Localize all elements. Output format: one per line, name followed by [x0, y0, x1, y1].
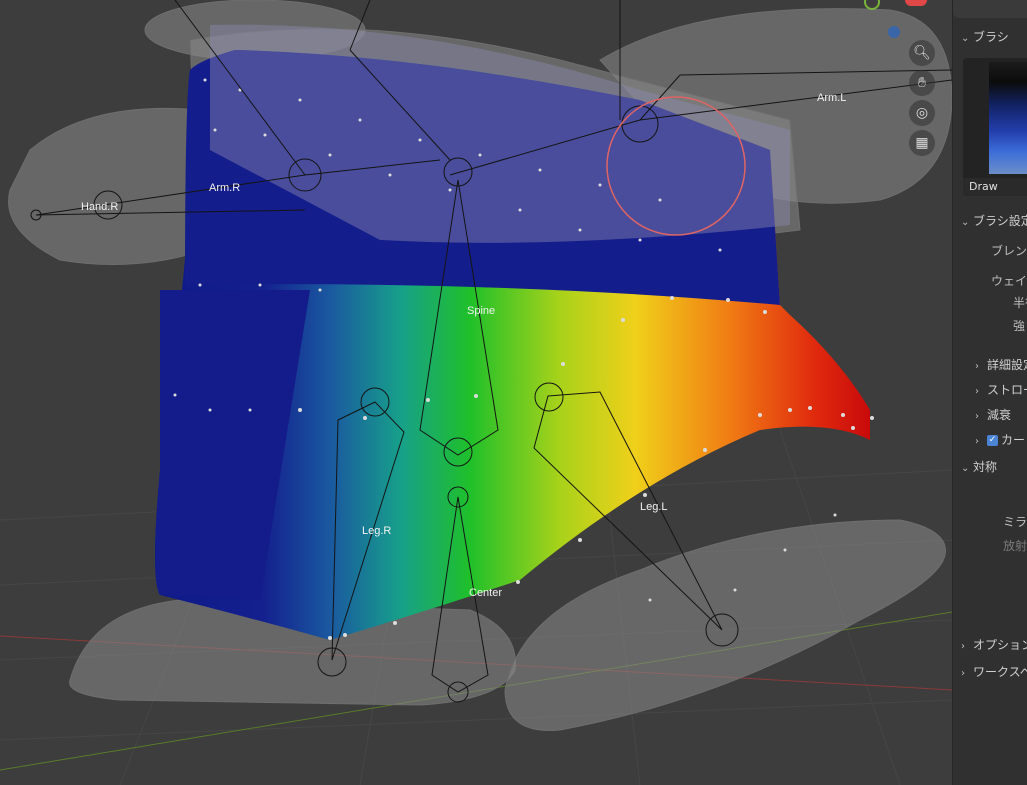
cursor-subpanel[interactable]: › ✓ カー: [975, 431, 1025, 448]
weight-label: ウェイ: [991, 274, 1027, 288]
advanced-subpanel[interactable]: ›詳細設定: [975, 356, 1027, 373]
camera-icon[interactable]: ◎: [909, 100, 935, 126]
gizmo-y-axis-icon[interactable]: [864, 0, 880, 10]
chevron-down-icon: ⌄: [961, 33, 970, 44]
brush-name: Draw: [963, 178, 1027, 196]
chevron-right-icon: ›: [975, 411, 979, 422]
viewport-canvas[interactable]: Hand.R Arm.R Arm.L Spine Leg.R Leg.L Cen…: [0, 0, 952, 785]
properties-panel: ⌄ブラシ Draw ⌄ブラシ設定 ブレン ウェイ 半径 強さ ›詳細設定 ›スト…: [952, 0, 1027, 785]
falloff-subpanel[interactable]: › 減衰: [975, 406, 1011, 423]
chevron-right-icon: ›: [975, 436, 979, 447]
chevron-right-icon: ›: [975, 361, 979, 372]
brush-settings-header[interactable]: ⌄ ブラシ設定: [961, 212, 1027, 229]
bone-label-hand-r: Hand.R: [81, 201, 118, 213]
radial-label: 放射: [1003, 539, 1027, 553]
gizmo-x-axis-icon[interactable]: [905, 0, 927, 6]
3d-viewport[interactable]: Hand.R Arm.R Arm.L Spine Leg.R Leg.L Cen…: [0, 0, 952, 785]
strength-label: 強さ: [1013, 319, 1027, 333]
bone-label-arm-l: Arm.L: [817, 92, 846, 104]
bone-label-spine: Spine: [467, 305, 495, 317]
gizmo-z-axis-icon[interactable]: [888, 26, 900, 38]
hand-icon[interactable]: ✋︎: [909, 70, 935, 96]
zoom-icon[interactable]: 🔍︎: [909, 40, 935, 66]
stroke-subpanel[interactable]: ›ストロー: [975, 381, 1027, 398]
brush-preview[interactable]: Draw: [963, 58, 1027, 196]
grid-icon[interactable]: ▦: [909, 130, 935, 156]
tool-header: [953, 0, 1027, 18]
chevron-right-icon: ›: [975, 386, 979, 397]
chevron-down-icon: ⌄: [961, 463, 970, 474]
options-section-header[interactable]: ›オプション: [961, 636, 1027, 653]
chevron-down-icon: ⌄: [961, 217, 970, 228]
blend-label: ブレン: [991, 244, 1027, 258]
navigation-gizmos: 🔍︎ ✋︎ ◎ ▦: [906, 40, 938, 160]
bone-label-arm-r: Arm.R: [209, 182, 240, 194]
cursor-checkbox[interactable]: ✓: [987, 435, 998, 446]
chevron-right-icon: ›: [961, 641, 965, 652]
symmetry-section-header[interactable]: ⌄ 対称: [961, 458, 997, 475]
chevron-right-icon: ›: [961, 668, 965, 679]
brush-section-header[interactable]: ⌄ ブラシ: [961, 28, 1009, 45]
bone-label-center: Center: [469, 587, 502, 599]
brush-preview-image: [989, 62, 1027, 174]
bone-label-leg-r: Leg.R: [362, 525, 391, 537]
bone-label-leg-l: Leg.L: [640, 501, 668, 513]
workspace-section-header[interactable]: › ワークスペ: [961, 663, 1027, 680]
mirror-label: ミラー: [1003, 515, 1027, 529]
radius-label: 半径: [1013, 296, 1027, 310]
